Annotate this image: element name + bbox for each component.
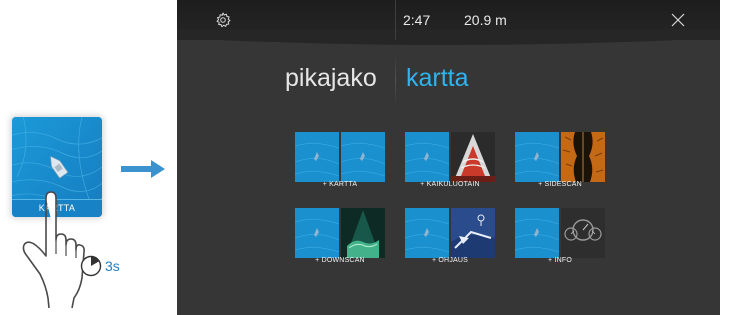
arrow-right-icon — [121, 160, 165, 178]
device-screen: 2:47 20.9 m pikajako kartta + KARTTA + K… — [177, 0, 720, 315]
option-info[interactable]: + INFO — [515, 208, 605, 266]
option-label: + SIDESCAN — [538, 181, 582, 188]
chart-pane-icon — [405, 208, 449, 258]
clock-readout: 2:47 — [403, 12, 431, 28]
chart-pane-icon — [341, 132, 385, 182]
option-ohjaus[interactable]: + OHJAUS — [405, 208, 495, 266]
option-label: + KAIKULUOTAIN — [420, 181, 480, 188]
option-label: + OHJAUS — [431, 257, 469, 264]
chart-pane-icon — [515, 132, 559, 182]
chart-pane-icon — [295, 208, 339, 258]
sidescan-pane-icon — [561, 132, 605, 182]
title-divider — [395, 55, 396, 105]
top-bar-divider — [395, 0, 396, 40]
hold-duration-label: 3s — [105, 258, 120, 274]
option-kartta[interactable]: + KARTTA — [295, 132, 385, 190]
sonar-pane-icon — [451, 132, 495, 182]
timer-icon — [80, 255, 102, 277]
chart-pane-icon — [295, 132, 339, 182]
gear-icon[interactable] — [215, 12, 231, 28]
press-hand-icon — [22, 191, 85, 309]
steering-pane-icon — [451, 208, 495, 258]
close-icon[interactable] — [670, 12, 686, 28]
depth-readout: 20.9 m — [464, 12, 507, 28]
chart-pane-icon — [515, 208, 559, 258]
gauges-pane-icon — [561, 208, 605, 258]
option-label: + DOWNSCAN — [315, 257, 365, 264]
panel-title-pikajako: pikajako — [285, 64, 377, 92]
option-label: + KARTTA — [322, 181, 358, 188]
panel-title-kartta: kartta — [406, 64, 469, 92]
option-sidescan[interactable]: + SIDESCAN — [515, 132, 605, 190]
option-label: + INFO — [548, 257, 572, 264]
option-downscan[interactable]: + DOWNSCAN — [295, 208, 385, 266]
chart-pane-icon — [405, 132, 449, 182]
page: KARTTA 3s 2:47 20.9 m pikajako kartta + … — [0, 0, 729, 315]
option-kaikuluotain[interactable]: + KAIKULUOTAIN — [405, 132, 495, 190]
downscan-pane-icon — [341, 208, 385, 258]
